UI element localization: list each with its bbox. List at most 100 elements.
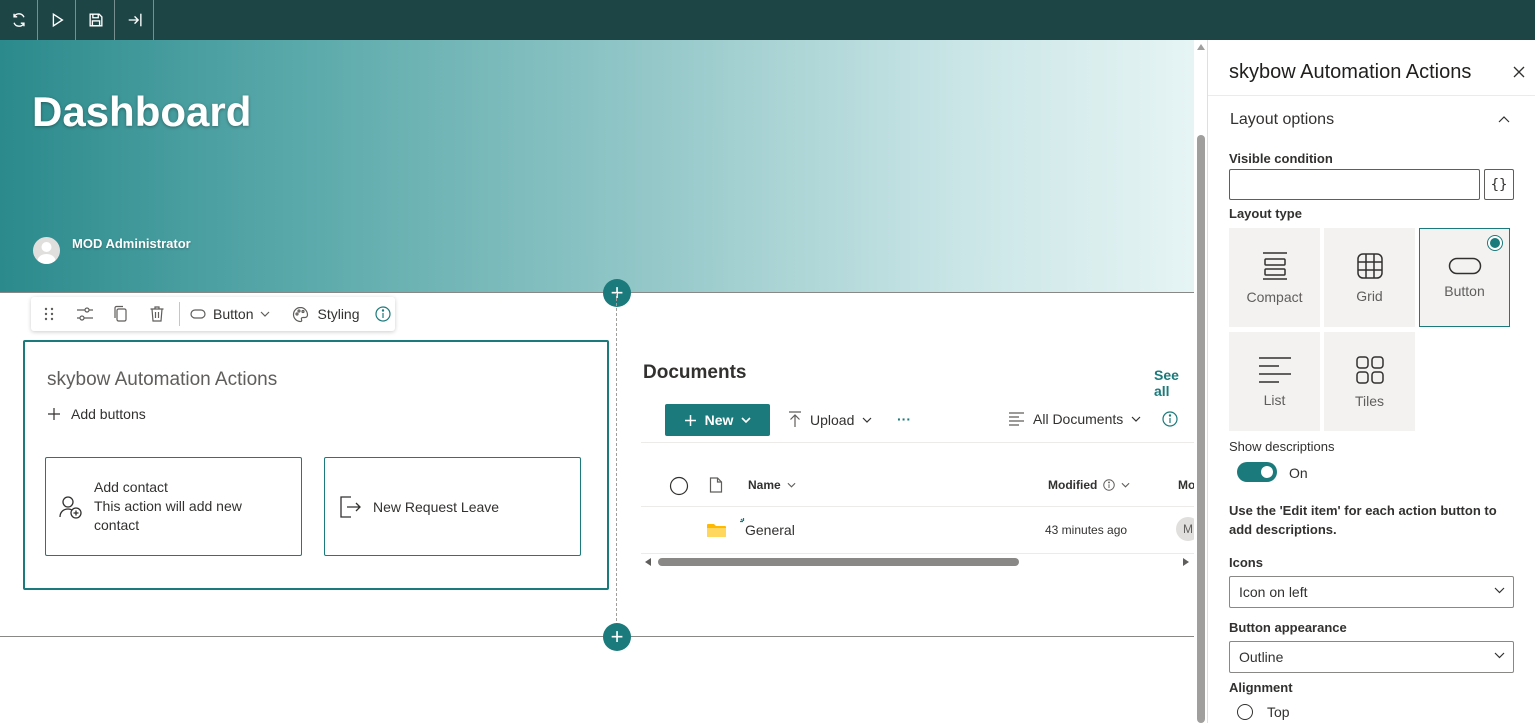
plus-icon: + [610,624,624,649]
settings-sliders-icon [77,307,93,321]
info-icon [1103,479,1116,491]
scroll-right-icon [1183,558,1189,566]
add-section-bottom-button[interactable]: + [603,623,631,651]
layout-dropdown[interactable]: Button [190,306,270,322]
show-descriptions-toggle[interactable] [1237,462,1277,482]
action-title: New Request Leave [373,498,500,515]
add-buttons-link[interactable]: Add buttons [47,406,146,422]
visible-condition-label: Visible condition [1229,151,1333,166]
toggle-knob [1261,466,1273,478]
expression-button[interactable]: {} [1484,169,1514,200]
layout-option-compact[interactable]: Compact [1229,228,1320,327]
button-appearance-label: Button appearance [1229,620,1347,635]
layout-option-label: Button [1444,282,1485,299]
file-name-link[interactable]: General [745,522,795,538]
view-selector[interactable]: All Documents [1008,411,1141,427]
hero-banner: Dashboard MOD Administrator [0,40,1194,292]
column-header-modified[interactable]: Modified [1048,478,1130,492]
alignment-option-top[interactable]: Top [1237,704,1290,720]
scroll-left-icon [645,558,651,566]
layout-type-label: Layout type [1229,206,1302,221]
column-divider [616,293,617,636]
column-label: Modified [1048,478,1098,492]
new-label: New [704,412,734,428]
panel-divider [1208,95,1535,96]
styling-button[interactable]: Styling [292,306,360,323]
toolbar-separator [179,302,180,326]
column-header-modified-by[interactable]: Mo [1178,478,1194,492]
toggle-state-label: On [1289,465,1308,481]
close-icon[interactable] [1511,64,1527,80]
refresh-button[interactable] [0,0,38,40]
layout-option-grid[interactable]: Grid [1324,228,1415,327]
exit-icon [128,13,142,27]
save-icon [88,13,103,27]
layout-dropdown-label: Button [213,306,254,322]
dropdown-value: Outline [1239,649,1284,665]
duplicate-button[interactable] [103,297,139,331]
action-button-add-contact[interactable]: Add contact This action will add new con… [45,457,302,556]
horizontal-scrollbar[interactable] [641,556,1194,568]
exit-edit-button[interactable] [116,0,154,40]
see-all-link[interactable]: See all [1154,367,1194,399]
vertical-scrollbar[interactable] [1194,40,1208,723]
layout-option-list[interactable]: List [1229,332,1320,431]
action-text: Add contact This action will add new con… [94,478,254,535]
tiles-icon [1355,355,1384,384]
action-button-new-request-leave[interactable]: New Request Leave [324,457,581,556]
upload-label: Upload [810,411,855,428]
view-list-icon [1009,412,1024,426]
edit-properties-button[interactable] [67,297,103,331]
select-all-checkbox[interactable] [669,476,689,501]
property-pane: skybow Automation Actions Layout options… [1208,40,1535,723]
button-appearance-dropdown[interactable]: Outline [1229,641,1514,673]
delete-button[interactable] [139,297,175,331]
file-type-header[interactable] [709,477,723,498]
column-header-name[interactable]: Name [748,478,796,492]
drag-handle[interactable] [31,297,67,331]
scrollbar-thumb[interactable] [1197,135,1205,723]
grid-icon [1356,252,1383,279]
add-section-top-button[interactable]: + [603,279,631,307]
column-label: Mo [1178,478,1194,492]
action-title: Add contact [94,479,168,495]
preview-button[interactable] [38,0,76,40]
save-button[interactable] [77,0,115,40]
folder-icon [707,524,726,537]
section-divider-bottom [0,636,1194,637]
layout-option-button[interactable]: Button [1419,228,1510,327]
modified-by-persona[interactable]: M [1176,517,1194,541]
info-icon [1162,411,1178,427]
info-button[interactable] [374,306,391,322]
plus-icon [48,408,60,420]
button-shape-icon [1448,257,1481,274]
chevron-down-icon [787,482,796,488]
icons-dropdown[interactable]: Icon on left [1229,576,1514,608]
doc-info-button[interactable] [1162,411,1178,427]
action-description: This action will add new contact [94,498,242,533]
chevron-up-icon[interactable] [1497,113,1511,127]
layout-option-label: Tiles [1354,392,1385,409]
plus-icon [684,414,696,426]
upload-button[interactable]: Upload [788,411,872,428]
skybow-webpart[interactable]: skybow Automation Actions Add buttons Ad… [23,340,609,590]
add-buttons-label: Add buttons [71,406,146,422]
column-label: Name [748,478,781,492]
section-header-layout-options[interactable]: Layout options [1230,111,1334,129]
webpart-title: skybow Automation Actions [47,369,278,390]
author-name: MOD Administrator [72,236,191,251]
layout-option-tiles[interactable]: Tiles [1324,332,1415,431]
sign-out-icon [340,495,361,518]
compact-icon [1262,251,1287,280]
modified-cell: 43 minutes ago [1045,523,1128,537]
visible-condition-input[interactable] [1229,169,1480,200]
top-command-bar [0,0,1535,40]
add-contact-icon [59,495,82,519]
circle-check-icon [669,476,689,496]
document-icon [709,477,723,493]
layout-option-label: List [1263,391,1286,408]
more-commands-button[interactable]: ··· [897,411,911,427]
scrollbar-thumb[interactable] [658,558,1019,566]
new-button[interactable]: New [665,404,770,436]
trash-icon [150,306,164,322]
